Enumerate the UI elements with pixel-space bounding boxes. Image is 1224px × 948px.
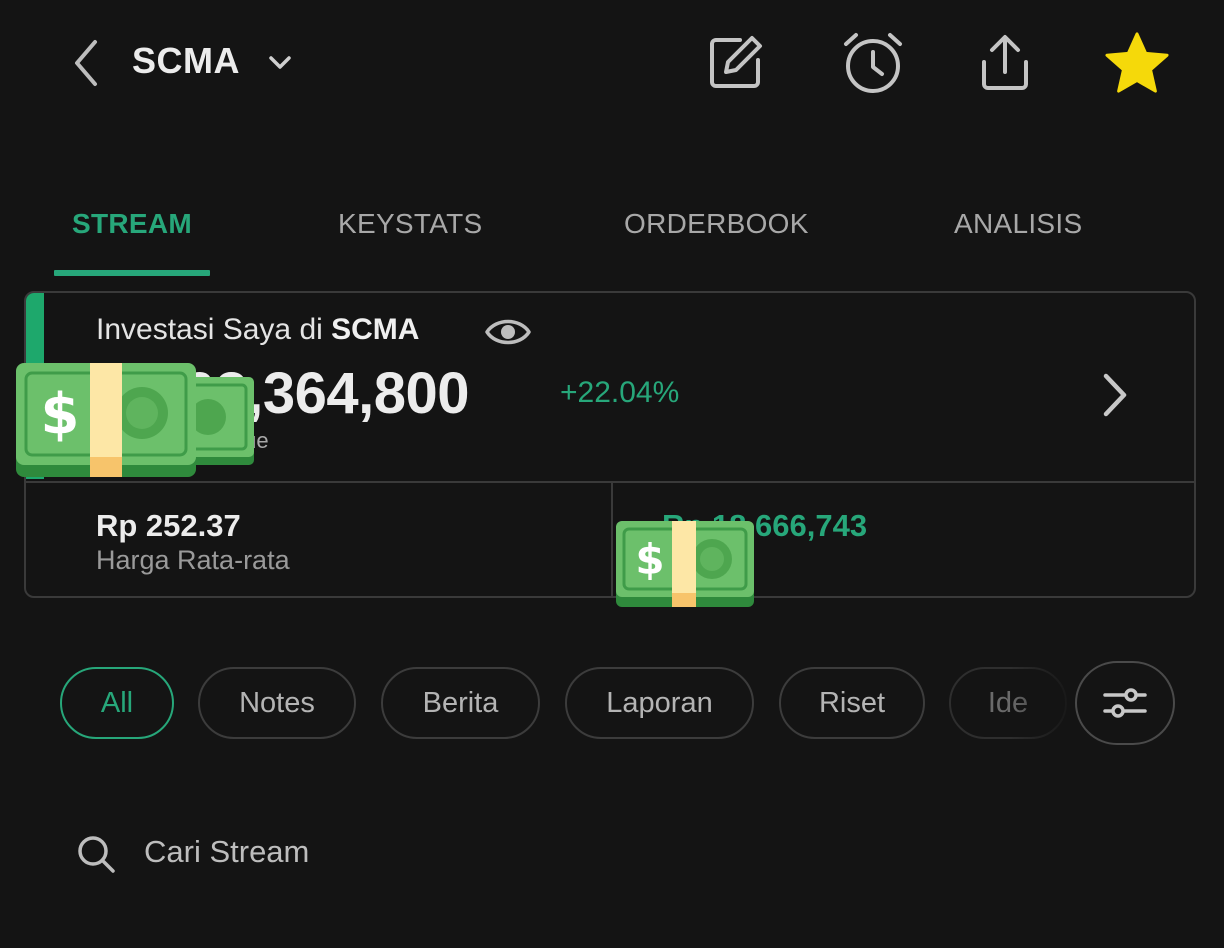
search-icon	[78, 836, 115, 873]
investment-title-ticker: SCMA	[331, 313, 420, 346]
filter-settings-button[interactable]	[1075, 661, 1175, 745]
tab-orderbook[interactable]: ORDERBOOK	[624, 208, 809, 240]
svg-text:$: $	[41, 382, 80, 447]
star-icon	[1105, 32, 1169, 93]
share-icon	[982, 35, 1028, 90]
back-icon	[75, 40, 97, 86]
money-sticker-icon: $	[616, 521, 754, 607]
chevron-right-icon[interactable]	[1096, 368, 1136, 422]
filter-chip-laporan[interactable]: Laporan	[565, 667, 754, 739]
alarm-icon	[844, 33, 902, 93]
ticker-title[interactable]: SCMA	[132, 40, 240, 82]
share-button[interactable]	[972, 30, 1038, 96]
svg-text:$: $	[635, 535, 664, 584]
search-input[interactable]	[144, 826, 644, 878]
tab-stream[interactable]: STREAM	[72, 208, 192, 240]
chip-scroll-fade	[1010, 660, 1080, 750]
watchlist-star-button[interactable]	[1104, 30, 1170, 96]
eye-icon[interactable]	[484, 312, 532, 352]
tab-analisis[interactable]: ANALISIS	[954, 208, 1082, 240]
filter-chip-all[interactable]: All	[60, 667, 174, 739]
average-price-value: Rp 252.37	[96, 508, 241, 543]
filter-chip-notes[interactable]: Notes	[198, 667, 356, 739]
money-sticker-icon: $	[16, 363, 196, 477]
card-divider-vertical	[611, 483, 613, 598]
average-price-label: Harga Rata-rata	[96, 545, 290, 575]
filter-chip-berita[interactable]: Berita	[381, 667, 540, 739]
active-tab-indicator	[54, 270, 210, 276]
alarm-button[interactable]	[840, 30, 906, 96]
edit-icon	[710, 36, 762, 88]
investment-change-percent: +22.04%	[560, 376, 680, 409]
edit-button[interactable]	[702, 30, 768, 96]
tab-keystats[interactable]: KEYSTATS	[338, 208, 483, 240]
sliders-icon	[1103, 688, 1147, 718]
investment-title-prefix: Investasi Saya di	[96, 313, 332, 346]
filter-chip-riset[interactable]: Riset	[779, 667, 925, 739]
investment-title: Investasi Saya di SCMA	[96, 313, 419, 347]
back-button[interactable]	[64, 36, 108, 90]
chevron-down-icon[interactable]	[266, 48, 294, 76]
